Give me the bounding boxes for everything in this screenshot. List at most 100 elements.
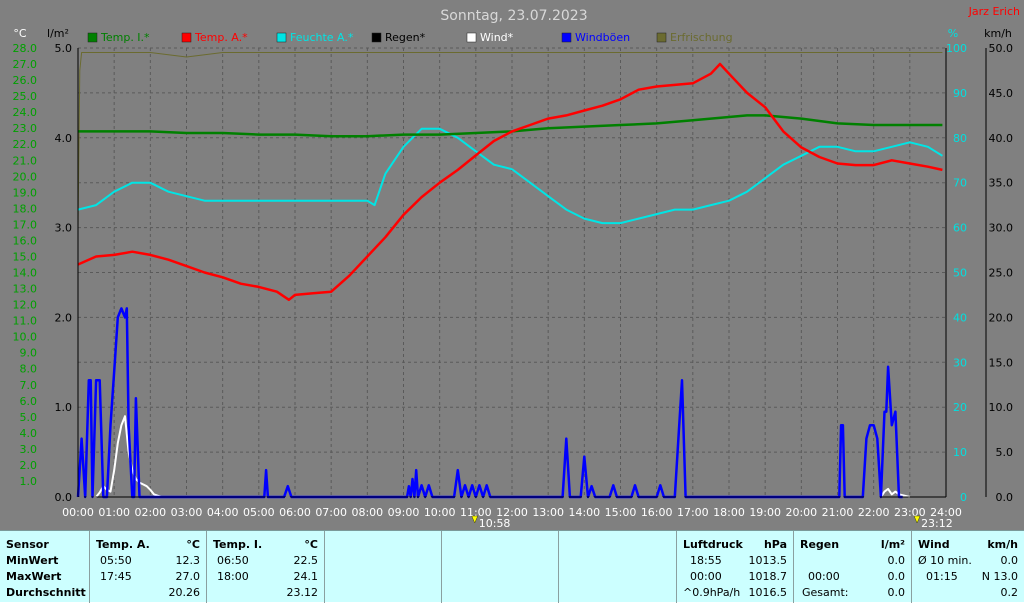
pressure-column: Luftdruck hPa 18:55 1013.5 00:00 1018.7 ^0.… — [677, 531, 794, 603]
legend-label-gusts: Windböen — [575, 31, 630, 44]
legend: Temp. I.* Temp. A.* Feuchte A.* Regen* Wind*… — [87, 31, 733, 44]
kmh-tick-label: 30.0 — [989, 222, 1014, 235]
temp-tick-label: 21.0 — [13, 154, 38, 167]
temp-tick-label: 3.0 — [20, 443, 38, 456]
stats-panel: Sensor MinWert MaxWert Durchschnitt Temp… — [0, 530, 1024, 603]
pct-tick-label: 20 — [953, 401, 967, 414]
temp-tick-label: 22.0 — [13, 138, 38, 151]
wind-avg-value: 0.2 — [1000, 586, 1019, 599]
max-label: MaxWert — [6, 570, 62, 583]
time-marker-icon — [913, 515, 921, 524]
wind-max-value: N 13.0 — [981, 570, 1018, 583]
rain-header: Regen — [800, 538, 840, 551]
pct-tick-label: 30 — [953, 356, 967, 369]
legend-swatch-irradiance — [656, 32, 667, 43]
wind-avg10-label: Ø 10 min. — [918, 554, 972, 567]
temp-inside-min-time: 06:50 — [217, 554, 249, 567]
x-tick-label: 08:00 — [351, 506, 383, 519]
legend-swatch-rain — [371, 32, 382, 43]
x-tick-label: 06:00 — [279, 506, 311, 519]
x-tick-label: 07:00 — [315, 506, 347, 519]
kmh-tick-label: 5.0 — [996, 446, 1014, 459]
pct-tick-label: 50 — [953, 267, 967, 280]
legend-label-wind: Wind* — [480, 31, 514, 44]
sensor-column: Sensor MinWert MaxWert Durchschnitt — [0, 531, 90, 603]
temp-inside-column: Temp. I. °C 06:50 22.5 18:00 24.1 23.12 — [207, 531, 325, 603]
chart-title: Sonntag, 23.07.2023 — [440, 8, 587, 24]
empty-column-1 — [325, 531, 442, 603]
legend-label-humidity-outside: Feuchte A.* — [290, 31, 354, 44]
x-tick-label: 16:00 — [641, 506, 673, 519]
temp-outside-max-time: 17:45 — [100, 570, 132, 583]
unit-kmh: km/h — [984, 27, 1012, 40]
temp-tick-label: 6.0 — [20, 395, 38, 408]
x-tick-label: 18:00 — [713, 506, 745, 519]
temp-outside-column: Temp. A. °C 05:50 12.3 17:45 27.0 20.26 — [90, 531, 207, 603]
temp-tick-label: 2.0 — [20, 459, 38, 472]
temp-tick-label: 11.0 — [13, 315, 38, 328]
x-tick-label: 05:00 — [243, 506, 275, 519]
rain-tick-label: 0.0 — [55, 491, 73, 504]
temp-tick-label: 26.0 — [13, 74, 38, 87]
temp-outside-min-value: 12.3 — [175, 554, 201, 567]
kmh-tick-label: 10.0 — [989, 401, 1014, 414]
rain-total-label: Gesamt: — [802, 586, 849, 599]
rain-unit: l/m² — [880, 538, 905, 551]
sensor-header: Sensor — [6, 538, 49, 551]
rain-tick-label: 1.0 — [55, 401, 73, 414]
pressure-min-value: 1013.5 — [748, 554, 788, 567]
rain-tick-label: 4.0 — [55, 132, 73, 145]
wind-unit: km/h — [987, 538, 1018, 551]
time-marker-label: 23:12 — [921, 517, 953, 530]
rain-max-time: 00:00 — [808, 570, 840, 583]
temp-tick-label: 15.0 — [13, 250, 38, 263]
chart-area: 00:00 01:00 02:00 03:00 04:00 05:00 06:00 07:00… — [0, 0, 1024, 530]
legend-swatch-gusts — [561, 32, 572, 43]
x-tick-label: 17:00 — [677, 506, 709, 519]
temp-outside-min-time: 05:50 — [100, 554, 132, 567]
watermark: Jarz Erich — [968, 5, 1020, 18]
temp-tick-label: 19.0 — [13, 186, 38, 199]
rain-tick-label: 2.0 — [55, 311, 73, 324]
legend-swatch-temp-outside — [181, 32, 192, 43]
x-tick-label: 03:00 — [171, 506, 203, 519]
temp-tick-label: 27.0 — [13, 58, 38, 71]
temp-tick-label: 13.0 — [13, 283, 38, 296]
temp-outside-unit: °C — [186, 538, 200, 551]
time-marker-label: 10:58 — [479, 517, 511, 530]
rain-min-value: 0.0 — [887, 554, 906, 567]
temp-tick-label: 25.0 — [13, 90, 38, 103]
kmh-tick-label: 25.0 — [989, 267, 1014, 280]
temp-tick-label: 24.0 — [13, 106, 38, 119]
pressure-unit: hPa — [763, 538, 787, 551]
x-tick-label: 19:00 — [749, 506, 781, 519]
unit-rain: l/m² — [47, 27, 69, 40]
wind-header: Wind — [918, 538, 950, 551]
temp-inside-min-value: 22.5 — [293, 554, 319, 567]
unit-temp: °C — [13, 27, 27, 40]
x-tick-label: 04:00 — [207, 506, 239, 519]
legend-label-temp-outside: Temp. A.* — [194, 31, 248, 44]
rain-max-value: 0.0 — [887, 570, 906, 583]
pressure-max-value: 1018.7 — [748, 570, 788, 583]
empty-column-3 — [559, 531, 677, 603]
x-tick-label: 14:00 — [568, 506, 600, 519]
pct-tick-label: 100 — [946, 42, 967, 55]
temp-tick-label: 9.0 — [20, 347, 38, 360]
temp-inside-avg-value: 23.12 — [286, 586, 319, 599]
avg-label: Durchschnitt — [6, 586, 86, 599]
legend-label-rain: Regen* — [385, 31, 426, 44]
rain-tick-label: 3.0 — [55, 222, 73, 235]
x-tick-label: 20:00 — [785, 506, 817, 519]
pct-tick-label: 0 — [960, 491, 967, 504]
legend-label-irradiance: Erfrischung — [670, 31, 733, 44]
temp-outside-max-value: 27.0 — [175, 570, 201, 583]
temp-tick-label: 18.0 — [13, 202, 38, 215]
temp-tick-label: 4.0 — [20, 427, 38, 440]
temp-inside-header: Temp. I. — [213, 538, 263, 551]
unit-pct: % — [948, 27, 958, 40]
legend-swatch-temp-inside — [87, 32, 98, 43]
temp-tick-label: 14.0 — [13, 267, 38, 280]
kmh-tick-label: 0.0 — [996, 491, 1014, 504]
pct-tick-label: 60 — [953, 222, 967, 235]
